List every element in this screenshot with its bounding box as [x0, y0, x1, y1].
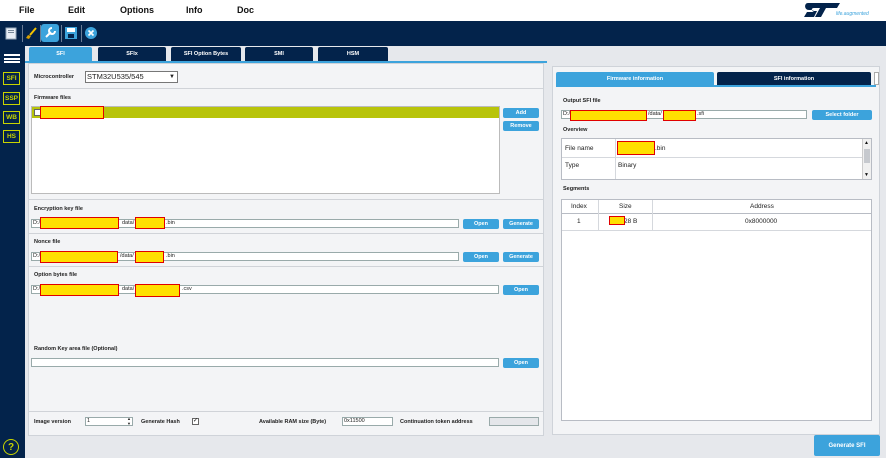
nav-hs[interactable]: HS: [3, 130, 20, 143]
redacted-filename: [135, 251, 164, 263]
help-icon[interactable]: ?: [3, 439, 19, 455]
select-folder-button[interactable]: Select folder: [812, 110, 872, 120]
ram-size-label: Available RAM size (Byte): [259, 419, 327, 425]
chevron-down-icon: ▼: [169, 74, 175, 80]
menu-bar: File Edit Options Info Doc life.augmente…: [0, 0, 886, 21]
menu-doc[interactable]: Doc: [237, 5, 254, 15]
overview-table: File name .bin Type Binary ▲ ▼: [561, 138, 872, 180]
tab-sfi-option-bytes[interactable]: SFI Option Bytes: [171, 47, 241, 61]
firmware-files-label: Firmware files: [34, 95, 71, 101]
redacted-path: [40, 284, 119, 296]
column-header-size: Size: [619, 203, 632, 210]
nav-ssp[interactable]: SSP: [3, 92, 20, 105]
scroll-up-icon: ▲: [864, 140, 869, 146]
encryption-key-label: Encryption key file: [34, 206, 83, 212]
new-file-icon[interactable]: [2, 24, 20, 42]
redacted-path: [40, 251, 118, 263]
hamburger-menu-icon[interactable]: [4, 54, 20, 63]
redacted-filename: [663, 110, 696, 121]
add-button[interactable]: Add: [503, 108, 539, 118]
overview-label: Overview: [563, 127, 588, 133]
brand-tagline: life.augmented: [836, 11, 869, 17]
nav-sfi[interactable]: SFI: [3, 72, 20, 85]
redacted-path: [570, 110, 647, 121]
overview-value: Binary: [618, 162, 637, 169]
close-circle-icon[interactable]: [82, 24, 100, 42]
continuation-token-field[interactable]: [489, 417, 539, 426]
scroll-down-icon: ▼: [864, 172, 869, 178]
redacted-size: [609, 216, 625, 225]
right-tab-underline: [556, 85, 876, 87]
overview-key: Type: [565, 162, 580, 169]
column-header-address: Address: [750, 203, 774, 210]
nav-wb[interactable]: WB: [3, 111, 20, 124]
redacted-filename: [40, 106, 104, 119]
encryption-open-button[interactable]: Open: [463, 219, 499, 229]
redacted-filename: [135, 284, 180, 297]
overview-scrollbar[interactable]: ▲ ▼: [862, 139, 871, 179]
ram-size-field[interactable]: 0x11500: [342, 417, 393, 426]
segment-index: 1: [577, 218, 581, 225]
tab-scroll-button[interactable]: [874, 72, 879, 85]
menu-options[interactable]: Options: [120, 5, 154, 15]
nonce-generate-button[interactable]: Generate: [503, 252, 539, 262]
image-version-spinbox[interactable]: 1 ▲ ▼: [85, 417, 133, 426]
redacted-filename: [617, 141, 655, 155]
remove-button[interactable]: Remove: [503, 121, 539, 131]
nonce-open-button[interactable]: Open: [463, 252, 499, 262]
tab-firmware-information[interactable]: Firmware information: [556, 72, 714, 85]
continuation-token-label: Continuation token address: [400, 419, 473, 425]
generate-sfi-button[interactable]: Generate SFI: [814, 435, 880, 456]
nonce-file-label: Nonce file: [34, 239, 61, 245]
brush-icon[interactable]: [23, 24, 41, 42]
redacted-filename: [135, 217, 165, 229]
menu-info[interactable]: Info: [186, 5, 203, 15]
tab-hsm[interactable]: HSM: [318, 47, 388, 61]
menu-edit[interactable]: Edit: [68, 5, 85, 15]
segments-table: Index Size Address 1 28 B 0x8000000: [561, 199, 872, 421]
toolbar: [0, 21, 886, 46]
wrench-icon[interactable]: [41, 24, 59, 42]
overview-value: .bin: [655, 145, 666, 152]
tab-sfi[interactable]: SFI: [29, 47, 92, 61]
tab-smi[interactable]: SMI: [245, 47, 313, 61]
tab-sfi-information[interactable]: SFI information: [717, 72, 871, 85]
save-icon[interactable]: [62, 24, 80, 42]
generate-hash-checkbox[interactable]: ✓: [192, 418, 199, 425]
left-nav: SFI SSP WB HS ?: [0, 46, 25, 458]
generate-hash-label: Generate Hash: [141, 419, 180, 425]
microcontroller-label: Microcontroller: [34, 74, 75, 80]
random-key-field[interactable]: [31, 358, 499, 367]
random-key-label: Random Key area file (Optional): [34, 346, 118, 352]
output-sfi-label: Output SFI file: [563, 98, 601, 104]
redacted-path: [40, 217, 119, 229]
option-bytes-label: Option bytes file: [34, 272, 78, 278]
overview-key: File name: [565, 145, 594, 152]
random-key-open-button[interactable]: Open: [503, 358, 539, 368]
segment-address: 0x8000000: [745, 218, 778, 225]
firmware-files-list[interactable]: [31, 106, 500, 194]
spin-arrows-icon[interactable]: ▲ ▼: [127, 418, 131, 425]
encryption-generate-button[interactable]: Generate: [503, 219, 539, 229]
microcontroller-select[interactable]: STM32U535/545 ▼: [85, 71, 178, 83]
column-header-index: Index: [571, 203, 587, 210]
segments-label: Segments: [563, 186, 590, 192]
segment-size: 28 B: [624, 218, 638, 225]
tab-sfix[interactable]: SFIx: [98, 47, 166, 61]
option-bytes-open-button[interactable]: Open: [503, 285, 539, 295]
image-version-label: Image version: [34, 419, 71, 425]
menu-file[interactable]: File: [19, 5, 35, 15]
